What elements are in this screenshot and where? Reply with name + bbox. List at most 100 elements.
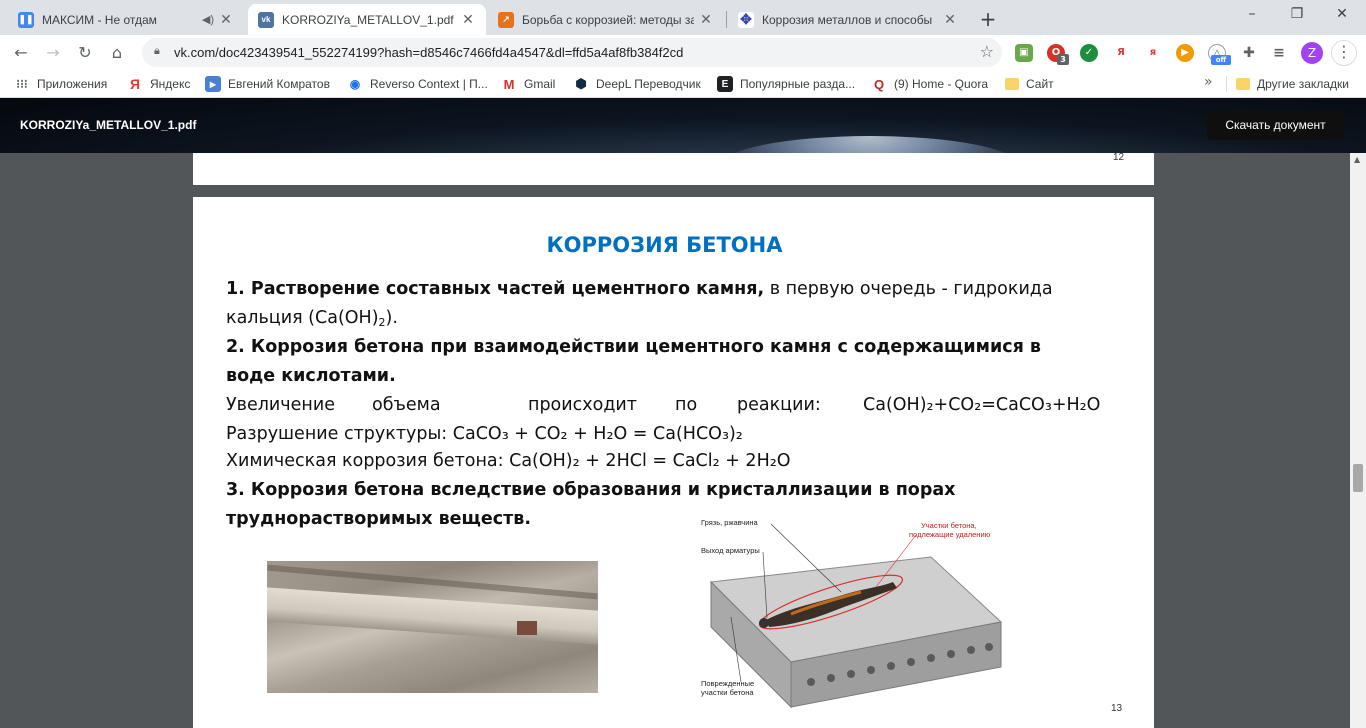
subscript: 2 — [378, 316, 386, 329]
label-damaged-1: Поврежденные — [701, 679, 754, 688]
speaker-icon[interactable]: ◀) — [202, 13, 214, 26]
extension-yandex-2-icon[interactable]: я — [1144, 44, 1162, 62]
bookmark-label: Евгений Комратов — [228, 77, 330, 91]
tab-borba-s-korroziey[interactable]: ↗ Борьба с коррозией: методы за ✕ — [488, 4, 724, 35]
tab-title: МАКСИМ - Не отдам — [42, 12, 157, 27]
download-document-button[interactable]: Скачать документ — [1207, 111, 1344, 140]
media-control-icon[interactable]: ≡ — [1270, 44, 1288, 62]
volume-word: по — [675, 395, 698, 415]
item-1-line-1: 1. Растворение составных частей цементно… — [226, 279, 1053, 299]
yandex-icon: Я — [129, 76, 141, 92]
bookmark-reverso[interactable]: ◉ Reverso Context | П... — [347, 75, 488, 93]
tab-korroziya-pdf[interactable]: vk KORROZIYa_METALLOV_1.pdf ✕ — [248, 4, 486, 35]
bookmark-label: Популярные разда... — [740, 77, 856, 91]
scrollbar-thumb[interactable] — [1353, 464, 1363, 492]
item-1-line-2: кальция (Ca(OH)2). — [226, 308, 398, 329]
chemical-line: Химическая коррозия бетона: Ca(OH)₂ + 2H… — [226, 451, 791, 471]
bookmark-label: Сайт — [1026, 77, 1054, 91]
tab-title: Коррозия металлов и способы — [762, 12, 933, 27]
bookmark-evgeniy[interactable]: ▶ Евгений Комратов — [205, 75, 330, 93]
bookmark-label: DeepL Переводчик — [596, 77, 701, 91]
compass-icon: ✥ — [738, 11, 754, 28]
tab-korroziya-metallov[interactable]: ✥ Коррозия металлов и способы ✕ — [728, 4, 968, 35]
extension-yandex-icon[interactable]: Я — [1112, 44, 1130, 62]
label-dirt: Грязь, ржавчина — [701, 518, 759, 527]
browser-menu-button[interactable]: ⋮ — [1331, 40, 1357, 66]
new-tab-button[interactable]: + — [976, 8, 1000, 32]
reload-button[interactable]: ↻ — [72, 40, 98, 66]
pdf-viewer[interactable]: 12 КОРРОЗИЯ БЕТОНА 1. Растворение состав… — [0, 153, 1366, 728]
pdf-page-current: КОРРОЗИЯ БЕТОНА 1. Растворение составных… — [193, 197, 1154, 728]
bookmark-apps[interactable]: ⁝⁝⁝ Приложения — [14, 75, 107, 93]
url-text[interactable]: vk.com/doc423439541_552274199?hash=d8546… — [174, 45, 683, 60]
bookmark-label: Gmail — [524, 77, 556, 91]
close-icon[interactable]: ✕ — [460, 11, 476, 28]
folder-icon — [1005, 78, 1019, 90]
item-3-line-2: труднорастворимых веществ. — [226, 509, 531, 529]
restore-button[interactable]: ❐ — [1282, 6, 1312, 22]
bookmark-star-icon[interactable]: ☆ — [980, 42, 994, 61]
extension-badge: 3 — [1057, 54, 1069, 65]
item-2-line-2: воде кислотами. — [226, 366, 396, 386]
back-button[interactable]: ← — [8, 40, 34, 66]
bookmark-gmail[interactable]: M Gmail — [501, 75, 556, 93]
page-number: 12 — [1113, 153, 1125, 163]
rebar-end — [759, 618, 769, 628]
bookmark-site[interactable]: Сайт — [1005, 75, 1054, 93]
photo-slab — [267, 587, 598, 645]
label-remove-2: подлежащие удалению — [909, 530, 991, 539]
play-icon: ▶ — [205, 76, 221, 92]
bookmark-deepl[interactable]: ⬢ DeepL Переводчик — [573, 75, 701, 93]
address-bar[interactable]: 🔒︎ vk.com/doc423439541_552274199?hash=d8… — [142, 38, 1002, 67]
vk-icon: vk — [258, 11, 274, 28]
lock-icon[interactable]: 🔒︎ — [154, 44, 170, 60]
bookmark-label: Другие закладки — [1257, 77, 1349, 91]
arrow-icon: ↗ — [498, 11, 514, 28]
close-icon[interactable]: ✕ — [218, 11, 234, 28]
home-button[interactable]: ⌂ — [104, 40, 130, 66]
extensions-puzzle-icon[interactable]: ✚ — [1240, 44, 1258, 62]
bookmark-label: Reverso Context | П... — [370, 77, 488, 91]
volume-formula: Ca(OH)₂+CO₂=CaCO₃+H₂O — [863, 395, 1101, 415]
vertical-scrollbar[interactable]: ▲ — [1350, 153, 1366, 728]
concrete-corrosion-photo — [267, 561, 598, 693]
volume-word: реакции: — [737, 395, 821, 415]
extension-image-icon[interactable]: ▣ — [1015, 44, 1033, 62]
scroll-up-arrow-icon[interactable]: ▲ — [1354, 155, 1360, 164]
document-filename: KORROZIYa_METALLOV_1.pdf — [20, 118, 197, 132]
bookmark-popular[interactable]: E Популярные разда... — [717, 75, 855, 93]
tab-title: KORROZIYa_METALLOV_1.pdf — [282, 12, 454, 27]
label-rebar: Выход арматуры — [701, 546, 760, 555]
volume-word: Увеличение — [226, 395, 335, 415]
close-icon[interactable]: ✕ — [942, 11, 958, 28]
pdf-page-previous: 12 — [193, 153, 1154, 185]
tab-separator — [726, 11, 727, 28]
extension-play-icon[interactable]: ▶ — [1176, 44, 1194, 62]
bookmark-quora[interactable]: Q (9) Home - Quora — [871, 75, 988, 93]
document-header: KORROZIYa_METALLOV_1.pdf Скачать докумен… — [0, 98, 1366, 153]
browser-toolbar: ← → ↻ ⌂ 🔒︎ vk.com/doc423439541_552274199… — [0, 35, 1366, 70]
profile-avatar[interactable]: Z — [1301, 42, 1323, 64]
pause-icon: ❚❚ — [18, 11, 34, 28]
extension-check-icon[interactable]: ✓ — [1080, 44, 1098, 62]
bookmarks-overflow-button[interactable]: » — [1204, 74, 1213, 90]
item-3-line-1: 3. Коррозия бетона вследствие образовани… — [226, 480, 956, 500]
tab-maksim[interactable]: ❚❚ МАКСИМ - Не отдам ◀) ✕ — [8, 4, 244, 35]
label-damaged-2: участки бетона — [701, 688, 754, 697]
minimize-button[interactable]: – — [1237, 6, 1267, 22]
bookmark-other[interactable]: Другие закладки — [1236, 75, 1349, 93]
volume-word: происходит — [528, 395, 637, 415]
item-1-heading: 1. Растворение составных частей цементно… — [226, 279, 765, 299]
forward-button[interactable]: → — [40, 40, 66, 66]
header-background-planet — [720, 136, 1020, 153]
bookmark-label: Яндекс — [150, 77, 191, 91]
item-1-end: ). — [385, 308, 398, 328]
tab-strip: ❚❚ МАКСИМ - Не отдам ◀) ✕ vk KORROZIYa_M… — [0, 0, 1366, 35]
close-window-button[interactable]: ✕ — [1327, 6, 1357, 22]
reverso-icon: ◉ — [349, 77, 361, 91]
destruction-line: Разрушение структуры: CaCO₃ + CO₂ + H₂O … — [226, 424, 743, 444]
close-icon[interactable]: ✕ — [698, 11, 714, 28]
deepl-icon: ⬢ — [575, 76, 587, 91]
item-1-text: в первую очередь - гидрокида — [764, 279, 1053, 299]
bookmark-yandex[interactable]: Я Яндекс — [127, 75, 190, 93]
